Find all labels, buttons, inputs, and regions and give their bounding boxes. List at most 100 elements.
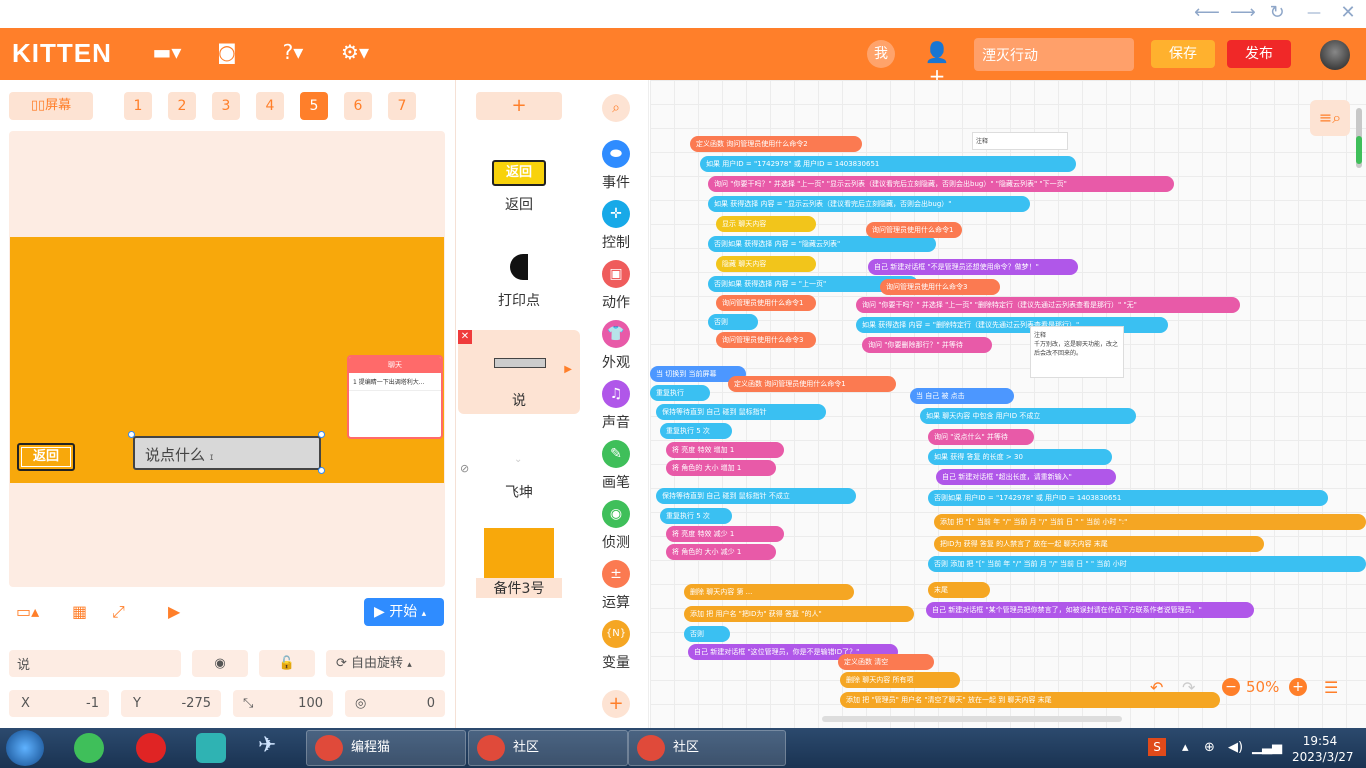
work-title-input[interactable] — [974, 38, 1134, 71]
code-block[interactable]: 把ID为 获得 答复 的人禁言了 放在一起 聊天内容 末尾 — [934, 536, 1264, 552]
code-block[interactable]: 询问管理员使用什么命令3 — [880, 279, 1000, 295]
category-sensing[interactable]: ◉ 侦测 — [583, 500, 649, 552]
code-block[interactable]: 重复执行 — [650, 385, 710, 401]
code-block[interactable]: 询问 "你要删除那行？" 并等待 — [862, 337, 992, 353]
code-block[interactable]: 否则 — [684, 626, 730, 642]
resize-handle[interactable] — [318, 467, 325, 474]
video-app-icon[interactable] — [196, 733, 226, 763]
code-block[interactable]: 末尾 — [928, 582, 990, 598]
code-block[interactable]: 隐藏 聊天内容 — [716, 256, 816, 272]
redo-icon[interactable]: ↷ — [1182, 678, 1195, 697]
signal-icon[interactable]: ▁▃▅ — [1252, 740, 1282, 755]
folder-icon[interactable]: ▬▾ — [152, 40, 182, 68]
code-block[interactable]: 否则如果 获得选择 内容 = "隐藏云列表" — [708, 236, 936, 252]
direction-field[interactable]: ◎ 0 — [345, 690, 445, 717]
add-actor-button[interactable]: + — [476, 92, 562, 120]
sprite-name-input[interactable] — [9, 650, 181, 677]
code-block[interactable]: 将 角色的 大小 增加 1 — [666, 460, 776, 476]
publish-button[interactable]: 发布 — [1227, 40, 1291, 68]
hidden-eye-icon[interactable]: ⊘ — [460, 462, 469, 475]
taskbar-app[interactable]: 社区 — [468, 730, 628, 766]
code-block[interactable]: 将 亮度 特效 减少 1 — [666, 526, 784, 542]
code-block[interactable]: 保持等待直到 自己 碰到 鼠标指针 — [656, 404, 826, 420]
help-icon[interactable]: ?▾ — [278, 40, 308, 68]
actor-item[interactable]: 备件3号 — [476, 522, 562, 602]
zoom-out-button[interactable]: − — [1222, 678, 1240, 696]
code-block[interactable]: 显示 聊天内容 — [716, 216, 816, 232]
screen-tab-5[interactable]: 5 — [300, 92, 328, 120]
code-search-icon[interactable]: ≡⌕ — [1310, 100, 1350, 136]
horizontal-scrollbar[interactable] — [822, 716, 1122, 722]
y-field[interactable]: Y -275 — [121, 690, 221, 717]
resize-handle[interactable] — [128, 431, 135, 438]
chevron-right-icon[interactable]: ▶ — [564, 364, 572, 375]
block-search-button[interactable]: ⌕ — [583, 94, 649, 126]
code-block[interactable]: 自己 新建对话框 "不是管理员还想使用命令？做梦！" — [868, 259, 1078, 275]
code-block[interactable]: 如果 获得 答复 的长度 > 30 — [928, 449, 1112, 465]
code-block[interactable]: 当 自己 被 点击 — [910, 388, 1014, 404]
actor-item[interactable]: 返回 返回 — [476, 138, 562, 218]
category-pen[interactable]: ✎ 画笔 — [583, 440, 649, 492]
screen-tab-3[interactable]: 3 — [212, 92, 240, 120]
add-user-icon[interactable]: 👤+ — [922, 40, 952, 88]
category-motion[interactable]: ▣ 动作 — [583, 260, 649, 312]
align-blocks-icon[interactable]: ☰ — [1324, 678, 1338, 697]
code-block[interactable]: 否则 添加 把 "[" 当前 年 "/" 当前 月 "/" 当前 日 " " 当… — [928, 556, 1366, 572]
refresh-icon[interactable]: ↻ — [1265, 2, 1289, 23]
screen-tab-6[interactable]: 6 — [344, 92, 372, 120]
code-block[interactable]: 保持等待直到 自己 碰到 鼠标指针 不成立 — [656, 488, 856, 504]
category-events[interactable]: ⬬ 事件 — [583, 140, 649, 192]
forward-icon[interactable]: ⟶ — [1230, 2, 1256, 23]
code-block[interactable]: 如果 用户ID = "1742978" 或 用户ID = 1403830651 — [700, 156, 1076, 172]
code-block[interactable]: 如果 聊天内容 中包含 用户ID 不成立 — [920, 408, 1136, 424]
rotation-select[interactable]: ⟳ 自由旋转 ▴ — [326, 650, 445, 677]
code-block[interactable]: 自己 新建对话框 "某个管理员把你禁言了，如被误封请在作品下方联系作者说管理员。… — [926, 602, 1254, 618]
grid-icon[interactable]: ▦ — [72, 602, 87, 621]
stage-size-icon[interactable]: ▭▴ — [16, 602, 39, 621]
code-block[interactable]: 询问管理员使用什么命令1 — [866, 222, 962, 238]
close-icon[interactable]: ✕ — [1336, 2, 1360, 23]
code-block[interactable]: 将 亮度 特效 增加 1 — [666, 442, 784, 458]
code-block[interactable]: 询问管理员使用什么命令1 — [716, 295, 816, 311]
save-button[interactable]: 保存 — [1151, 40, 1215, 68]
code-block[interactable]: 如果 获得选择 内容 = "显示云列表（建议看完后立刻隐藏，否则会出bug）" — [708, 196, 1030, 212]
screen-tab-1[interactable]: 1 — [124, 92, 152, 120]
category-control[interactable]: ✛ 控制 — [583, 200, 649, 252]
size-field[interactable]: ⤡ 100 — [233, 690, 333, 717]
code-block[interactable]: 定义函数 清空 — [838, 654, 934, 670]
fullscreen-icon[interactable]: ⤢ — [112, 602, 125, 622]
code-block[interactable]: 定义函数 询问管理员使用什么命令1 — [728, 376, 896, 392]
code-block[interactable]: 询问 "你要干吗？" 并选择 "上一页" "显示云列表（建议看完后立刻隐藏，否则… — [708, 176, 1174, 192]
code-block[interactable]: 询问管理员使用什么命令3 — [716, 332, 816, 348]
tray-expand-icon[interactable]: ▴ — [1182, 740, 1189, 755]
code-block[interactable]: 添加 把 "[" 当前 年 "/" 当前 月 "/" 当前 日 " " 当前 小… — [934, 514, 1366, 530]
screen-tab-7[interactable]: 7 — [388, 92, 416, 120]
code-block[interactable]: 将 角色的 大小 减少 1 — [666, 544, 776, 560]
gear-icon[interactable]: ⚙▾ — [340, 40, 370, 68]
chat-widget[interactable]: 聊天 1 提编睛一下出调塔利大... — [347, 355, 443, 439]
volume-icon[interactable]: ◀) — [1228, 740, 1243, 755]
delete-actor-icon[interactable]: ✕ — [458, 330, 472, 344]
network-icon[interactable]: ⊕ — [1204, 740, 1215, 755]
category-variables[interactable]: {N} 变量 — [583, 620, 649, 672]
code-block[interactable]: 定义函数 询问管理员使用什么命令2 — [690, 136, 862, 152]
code-block[interactable]: 自己 新建对话框 "超出长度，请重新输入" — [936, 469, 1116, 485]
category-looks[interactable]: 👕 外观 — [583, 320, 649, 372]
zoom-in-button[interactable]: + — [1289, 678, 1307, 696]
screen-tab-2[interactable]: 2 — [168, 92, 196, 120]
me-button[interactable]: 我 — [867, 40, 895, 68]
comment-note[interactable]: 注释 — [972, 132, 1068, 150]
add-extension-button[interactable]: + — [583, 690, 649, 722]
code-block[interactable]: 询问 "你要干吗？" 并选择 "上一页" "删除特定行（建议先通过云列表查看是那… — [856, 297, 1240, 313]
input-method-icon[interactable]: S — [1148, 738, 1166, 756]
say-sprite[interactable]: 说点什么 ɪ — [133, 436, 321, 470]
lock-toggle[interactable]: 🔓 — [259, 650, 315, 677]
start-button[interactable]: ▶ 开始 ▴ — [364, 598, 444, 626]
category-operators[interactable]: ± 运算 — [583, 560, 649, 612]
bird-app-icon[interactable]: ✈ — [258, 733, 288, 763]
back-icon[interactable]: ⟵ — [1194, 2, 1220, 23]
actor-item[interactable]: ⌄ 飞坤 — [476, 426, 562, 506]
actor-item[interactable]: 打印点 — [476, 234, 562, 314]
music-app-icon[interactable] — [136, 733, 166, 763]
preview-icon[interactable]: ▶ — [168, 602, 180, 621]
